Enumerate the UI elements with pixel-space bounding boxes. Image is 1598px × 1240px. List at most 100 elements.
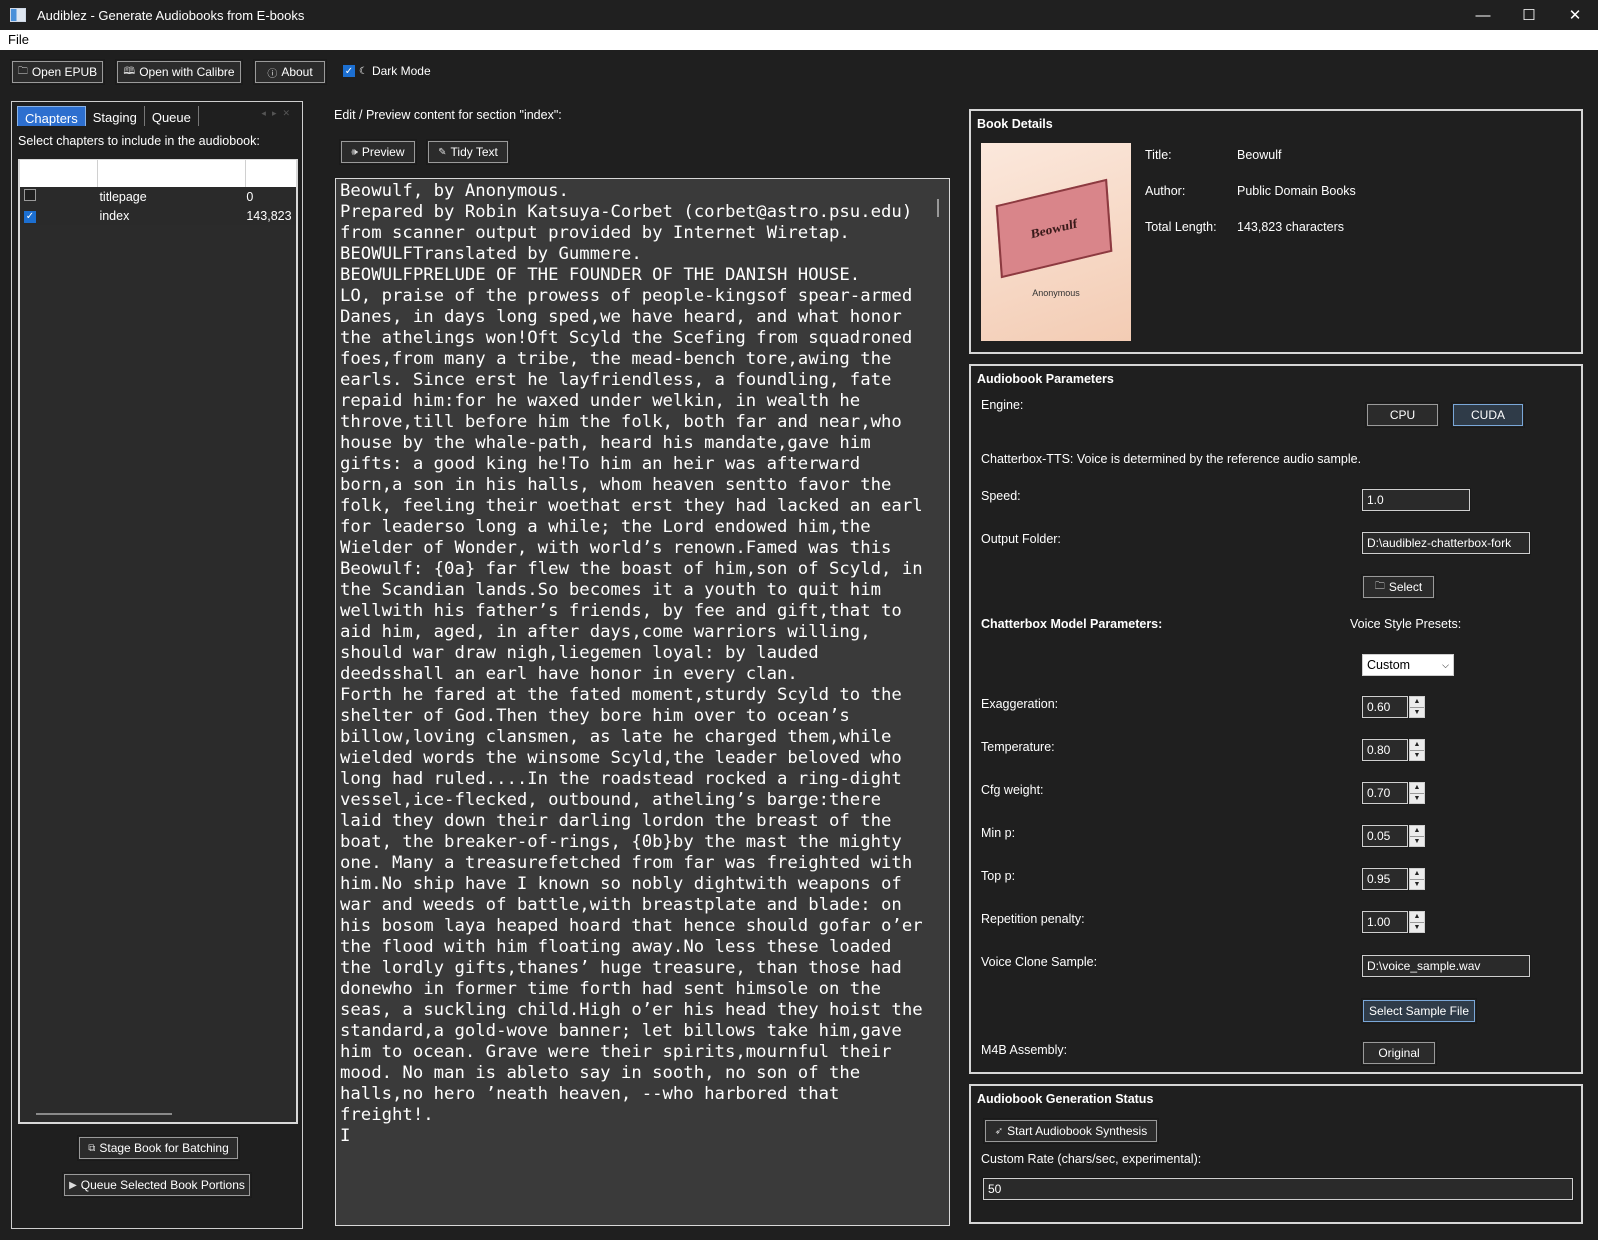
spinner-buttons[interactable]: ▲ ▼ bbox=[1409, 696, 1425, 718]
queue-portions-button[interactable]: ▶ Queue Selected Book Portions bbox=[62, 1172, 252, 1198]
select-sample-button[interactable]: Select Sample File bbox=[1361, 998, 1477, 1024]
top-p-label: Top p: bbox=[981, 869, 1016, 883]
status-title: Audiobook Generation Status bbox=[977, 1092, 1154, 1106]
speed-input[interactable]: 1.0 bbox=[1361, 488, 1471, 512]
window-controls: — ☐ ✕ bbox=[1460, 0, 1598, 30]
content-editor[interactable]: Beowulf, by Anonymous. Prepared by Robin… bbox=[335, 178, 950, 1226]
table-row[interactable]: titlepage 0 bbox=[20, 187, 296, 206]
tab-staging[interactable]: Staging bbox=[86, 106, 145, 126]
table-row[interactable]: ✓ index 143,823 bbox=[20, 206, 296, 225]
chapters-panel: Chapters Staging Queue ◂▸✕ Select chapte… bbox=[11, 101, 303, 1229]
book-title: Beowulf bbox=[1237, 148, 1282, 162]
dark-mode-toggle[interactable]: ✓ ☾ Dark Mode bbox=[343, 64, 431, 78]
chapter-name: titlepage bbox=[99, 189, 147, 204]
about-button[interactable]: ⓘ About bbox=[253, 59, 327, 85]
cover-author: Anonymous bbox=[1032, 288, 1080, 298]
window-title: Audiblez - Generate Audiobooks from E-bo… bbox=[37, 7, 305, 23]
voice-clone-input[interactable]: D:\voice_sample.wav bbox=[1361, 954, 1531, 978]
chevron-down-icon: ⌵ bbox=[1442, 659, 1449, 670]
tab-scroll-arrows[interactable]: ◂▸✕ bbox=[261, 108, 296, 119]
menu-file[interactable]: File bbox=[8, 32, 29, 47]
editor-text[interactable]: Beowulf, by Anonymous. Prepared by Robin… bbox=[340, 181, 925, 1147]
cover-book-graphic: Beowulf bbox=[995, 178, 1113, 279]
chapter-checkbox[interactable]: ✓ bbox=[24, 210, 36, 223]
spinner-buttons[interactable]: ▲ ▼ bbox=[1409, 825, 1425, 847]
chapter-name: index bbox=[99, 208, 130, 223]
column-header-length[interactable] bbox=[246, 160, 296, 187]
engine-cuda-button[interactable]: CUDA bbox=[1451, 402, 1525, 428]
folder-icon: 🗀 bbox=[1374, 580, 1385, 592]
minimize-button[interactable]: — bbox=[1460, 0, 1506, 30]
min-p-spinner[interactable]: 0.05 ▲ ▼ bbox=[1361, 824, 1425, 848]
open-epub-button[interactable]: 🗀 Open EPUB bbox=[10, 59, 105, 85]
engine-label: Engine: bbox=[981, 398, 1024, 412]
spinner-buttons[interactable]: ▲ ▼ bbox=[1409, 868, 1425, 890]
audiobook-parameters-group: Audiobook Parameters Engine: CPU CUDA Ch… bbox=[969, 364, 1583, 1074]
app-icon bbox=[10, 8, 26, 22]
title-label: Title: bbox=[1145, 148, 1172, 162]
preview-button[interactable]: 🕪 Preview bbox=[339, 139, 417, 165]
m4b-assembly-label: M4B Assembly: bbox=[981, 1043, 1068, 1057]
speaker-icon: 🕪 bbox=[351, 146, 358, 158]
cfg-weight-spinner[interactable]: 0.70 ▲ ▼ bbox=[1361, 781, 1425, 805]
section-label: Edit / Preview content for section "inde… bbox=[334, 108, 562, 122]
engine-note: Chatterbox-TTS: Voice is determined by t… bbox=[981, 452, 1362, 466]
author-label: Author: bbox=[1145, 184, 1186, 198]
speed-label: Speed: bbox=[981, 489, 1021, 503]
moon-icon: ☾ bbox=[359, 65, 368, 77]
vertical-scrollbar[interactable] bbox=[937, 199, 939, 217]
close-button[interactable]: ✕ bbox=[1552, 0, 1598, 30]
book-author: Public Domain Books bbox=[1237, 184, 1356, 198]
length-label: Total Length: bbox=[1145, 220, 1217, 234]
book-cover-image: Beowulf Anonymous bbox=[981, 143, 1131, 341]
column-header-check[interactable] bbox=[20, 160, 98, 187]
select-folder-button[interactable]: 🗀 Select bbox=[1361, 574, 1436, 600]
parameters-title: Audiobook Parameters bbox=[977, 372, 1114, 386]
exaggeration-spinner[interactable]: 0.60 ▲ ▼ bbox=[1361, 695, 1425, 719]
chapter-table: titlepage 0 ✓ index 143,823 bbox=[18, 159, 298, 1124]
menu-bar: File bbox=[0, 30, 1598, 50]
temperature-label: Temperature: bbox=[981, 740, 1055, 754]
tidy-text-button[interactable]: ✎ Tidy Text bbox=[426, 139, 510, 165]
voice-preset-select[interactable]: Custom ⌵ bbox=[1362, 654, 1454, 676]
tab-chapters[interactable]: Chapters bbox=[17, 106, 86, 126]
engine-cpu-button[interactable]: CPU bbox=[1365, 402, 1440, 428]
custom-rate-label: Custom Rate (chars/sec, experimental): bbox=[981, 1152, 1202, 1166]
temperature-spinner[interactable]: 0.80 ▲ ▼ bbox=[1361, 738, 1425, 762]
column-header-name[interactable] bbox=[98, 160, 246, 187]
cfg-weight-label: Cfg weight: bbox=[981, 783, 1044, 797]
table-header bbox=[20, 160, 296, 187]
chapter-length: 0 bbox=[246, 189, 254, 204]
tab-queue[interactable]: Queue bbox=[145, 106, 199, 126]
horizontal-scrollbar[interactable] bbox=[36, 1113, 172, 1115]
exaggeration-label: Exaggeration: bbox=[981, 697, 1059, 711]
pencil-icon: ✎ bbox=[438, 146, 447, 158]
chapter-checkbox[interactable] bbox=[24, 189, 36, 201]
maximize-button[interactable]: ☐ bbox=[1506, 0, 1552, 30]
dark-mode-checkbox[interactable]: ✓ bbox=[343, 65, 355, 77]
book-length: 143,823 characters bbox=[1237, 220, 1345, 234]
spinner-buttons[interactable]: ▲ ▼ bbox=[1409, 782, 1425, 804]
book-details-title: Book Details bbox=[977, 117, 1053, 131]
stage-book-button[interactable]: ⧉ Stage Book for Batching bbox=[77, 1135, 240, 1161]
book-details-group: Book Details Beowulf Anonymous Title: Be… bbox=[969, 109, 1583, 354]
chapter-length: 143,823 bbox=[246, 208, 292, 223]
m4b-original-button[interactable]: Original bbox=[1361, 1040, 1437, 1066]
stage-icon: ⧉ bbox=[88, 1142, 96, 1154]
repetition-penalty-label: Repetition penalty: bbox=[981, 912, 1085, 926]
rocket-icon: ➶ bbox=[994, 1125, 1004, 1137]
output-folder-input[interactable]: D:\audiblez-chatterbox-fork bbox=[1361, 531, 1531, 555]
model-params-label: Chatterbox Model Parameters: bbox=[981, 617, 1163, 631]
info-icon: ⓘ bbox=[267, 68, 278, 80]
spinner-buttons[interactable]: ▲ ▼ bbox=[1409, 911, 1425, 933]
voice-presets-label: Voice Style Presets: bbox=[1350, 617, 1462, 631]
open-calibre-button[interactable]: 🕮 Open with Calibre bbox=[115, 59, 243, 85]
repetition-penalty-spinner[interactable]: 1.00 ▲ ▼ bbox=[1361, 910, 1425, 934]
top-p-spinner[interactable]: 0.95 ▲ ▼ bbox=[1361, 867, 1425, 891]
spinner-buttons[interactable]: ▲ ▼ bbox=[1409, 739, 1425, 761]
start-synthesis-button[interactable]: ➶ Start Audiobook Synthesis bbox=[983, 1118, 1159, 1144]
custom-rate-input[interactable]: 50 bbox=[982, 1177, 1574, 1201]
book-icon: 🕮 bbox=[123, 65, 136, 77]
voice-clone-label: Voice Clone Sample: bbox=[981, 955, 1098, 969]
chapters-instruction: Select chapters to include in the audiob… bbox=[18, 134, 260, 148]
